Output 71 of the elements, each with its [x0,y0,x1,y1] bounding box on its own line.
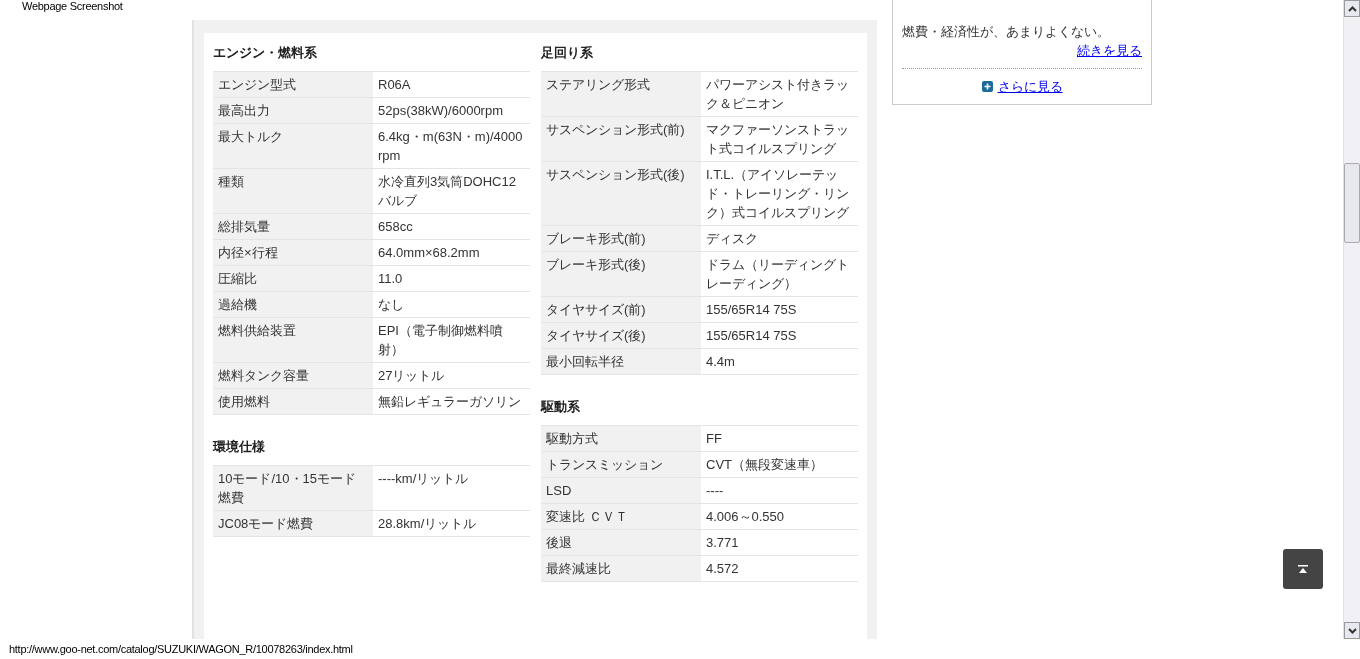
spec-label: 最終減速比 [541,555,701,582]
spec-value: 無鉛レギュラーガソリン [373,388,530,415]
section-heading: 足回り系 [541,44,594,63]
spec-label: ブレーキ形式(前) [541,225,701,252]
section-heading: 環境仕様 [213,438,266,457]
spec-label: 変速比 ＣＶＴ [541,503,701,530]
spec-label: 最高出力 [213,97,373,124]
spec-value: パワーアシスト付きラック＆ピニオン [701,71,858,117]
spec-label: タイヤサイズ(前) [541,296,701,323]
spec-value: マクファーソンストラット式コイルスプリング [701,116,858,162]
continue-link[interactable]: 続きを見る [1077,41,1142,60]
spec-label: 内径×行程 [213,239,373,266]
screenshot-caption: Webpage Screenshot [22,0,123,12]
spec-value: 28.8km/リットル [373,510,530,537]
review-text: 燃費・経済性が、あまりよくない。 [902,23,1111,41]
spec-label: 総排気量 [213,213,373,240]
spec-value: ----km/リットル [373,465,530,511]
spec-label: 燃料供給装置 [213,317,373,363]
spec-value: ディスク [701,225,858,252]
spec-label: JC08モード燃費 [213,510,373,537]
spec-value: R06A [373,71,530,98]
spec-value: 64.0mm×68.2mm [373,239,530,266]
scroll-thumb[interactable] [1344,163,1360,243]
arrow-to-top-icon [1298,565,1308,573]
spec-value: FF [701,425,858,452]
spec-value: 658cc [373,213,530,240]
spec-label: 駆動方式 [541,425,701,452]
spec-value: CVT（無段変速車） [701,451,858,478]
spec-label: 燃料タンク容量 [213,362,373,389]
spec-label: ステアリング形式 [541,71,701,117]
spec-value: 155/65R14 75S [701,322,858,349]
spec-value: 6.4kg・m(63N・m)/4000rpm [373,123,530,169]
spec-value: 水冷直列3気筒DOHC12バルブ [373,168,530,214]
spec-label: 後退 [541,529,701,556]
spec-value: 11.0 [373,265,530,292]
spec-value: EPI（電子制御燃料噴射） [373,317,530,363]
spec-label: 過給機 [213,291,373,318]
plus-icon [981,81,993,92]
spec-label: サスペンション形式(前) [541,116,701,162]
spec-label: タイヤサイズ(後) [541,322,701,349]
spec-value: ドラム（リーディングトレーディング） [701,251,858,297]
spec-label: 使用燃料 [213,388,373,415]
spec-label: トランスミッション [541,451,701,478]
spec-value: ---- [701,477,858,504]
spec-value: 155/65R14 75S [701,296,858,323]
caret-up-icon [1347,5,1357,12]
spec-value: 27リットル [373,362,530,389]
scroll-down-button[interactable] [1344,622,1360,639]
section-heading: エンジン・燃料系 [213,44,318,63]
spec-label: LSD [541,477,701,504]
spec-value: 4.4m [701,348,858,375]
more-link[interactable]: さらに見る [997,77,1063,96]
scroll-up-button[interactable] [1344,0,1360,17]
spec-value: 3.771 [701,529,858,556]
spec-value: なし [373,291,530,318]
spec-label: 10モード/10・15モード燃費 [213,465,373,511]
spec-label: 種類 [213,168,373,214]
spec-label: サスペンション形式(後) [541,161,701,226]
spec-value: I.T.L.（アイソレーテッド・トレーリング・リンク）式コイルスプリング [701,161,858,226]
spec-label: 最小回転半径 [541,348,701,375]
spec-value: 4.572 [701,555,858,582]
spec-value: 4.006～0.550 [701,503,858,530]
section-heading: 駆動系 [541,398,581,417]
spec-label: エンジン型式 [213,71,373,98]
spec-label: 圧縮比 [213,265,373,292]
back-to-top-button[interactable] [1283,549,1323,589]
status-url: http://www.goo-net.com/catalog/SUZUKI/WAGON_R/10078263/index.html [9,641,353,657]
caret-down-icon [1347,627,1357,634]
spec-label: 最大トルク [213,123,373,169]
spec-value: 52ps(38kW)/6000rpm [373,97,530,124]
spec-label: ブレーキ形式(後) [541,251,701,297]
